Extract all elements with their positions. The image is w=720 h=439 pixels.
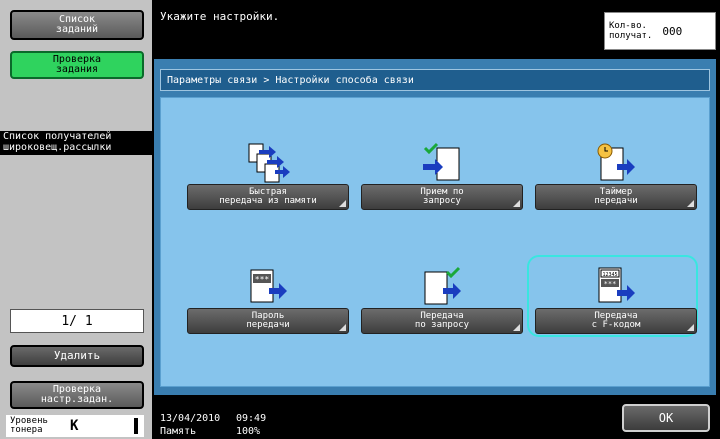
timer-tx-button[interactable]: Таймер передачи [535,184,697,210]
quick-memory-tx-icon [248,143,290,183]
memory-value: 100% [236,426,261,437]
page-indicator: 1/ 1 [10,309,144,333]
toner-color-code: K [69,418,79,434]
footer-date: 13/04/2010 [160,413,221,424]
polling-rx-button[interactable]: Прием по запросу [361,184,523,210]
password-tx-icon: *** [250,269,287,303]
function-quick-memory-tx: Быстрая передача из памяти [187,142,349,210]
timer-tx-icon [597,143,635,181]
polling-tx-button[interactable]: Передача по запросу [361,308,523,334]
password-tx-button[interactable]: Пароль передачи [187,308,349,334]
function-fcode-tx: 12345 *** Передача с F-кодом [535,266,697,334]
fcode-password-icon-text: *** [604,280,617,288]
copies-counter: Кол-во. получат. 000 [604,12,716,50]
copies-counter-label: Кол-во. получат. [609,21,653,41]
copies-counter-value: 000 [662,24,683,38]
function-password-tx: *** Пароль передачи [187,266,349,334]
function-area: Быстрая передача из памяти Прием по запр… [160,97,710,387]
fcode-tx-icon: 12345 *** [598,267,635,303]
broadcast-list-label: Список получателей широковещ.рассылки [0,131,152,155]
check-job-settings-button[interactable]: Проверка настр.задан. [10,381,144,409]
check-job-button[interactable]: Проверка задания [10,51,144,79]
fcode-icon-text: 12345 [602,272,617,278]
function-timer-tx: Таймер передачи [535,142,697,210]
breadcrumb: Параметры связи > Настройки способа связ… [160,69,710,91]
header-message: Укажите настройки. [160,10,280,23]
delete-button[interactable]: Удалить [10,345,144,367]
function-polling-tx: Передача по запросу [361,266,523,334]
toner-level-label: Уровень тонера [10,416,48,435]
left-sidebar: Список заданий Проверка задания Список п… [0,0,152,439]
password-icon-text: *** [255,275,270,284]
toner-level-bar [134,418,138,434]
quick-memory-tx-button[interactable]: Быстрая передача из памяти [187,184,349,210]
polling-tx-icon [424,266,461,305]
memory-label: Память [160,426,197,437]
footer-time: 09:49 [236,413,267,424]
settings-panel: Параметры связи > Настройки способа связ… [154,59,716,395]
ok-button[interactable]: OK [622,404,710,432]
job-list-button[interactable]: Список заданий [10,10,144,40]
polling-rx-icon [423,142,460,181]
fcode-tx-button[interactable]: Передача с F-кодом [535,308,697,334]
toner-level: Уровень тонера K [6,415,144,437]
function-polling-rx: Прием по запросу [361,142,523,210]
